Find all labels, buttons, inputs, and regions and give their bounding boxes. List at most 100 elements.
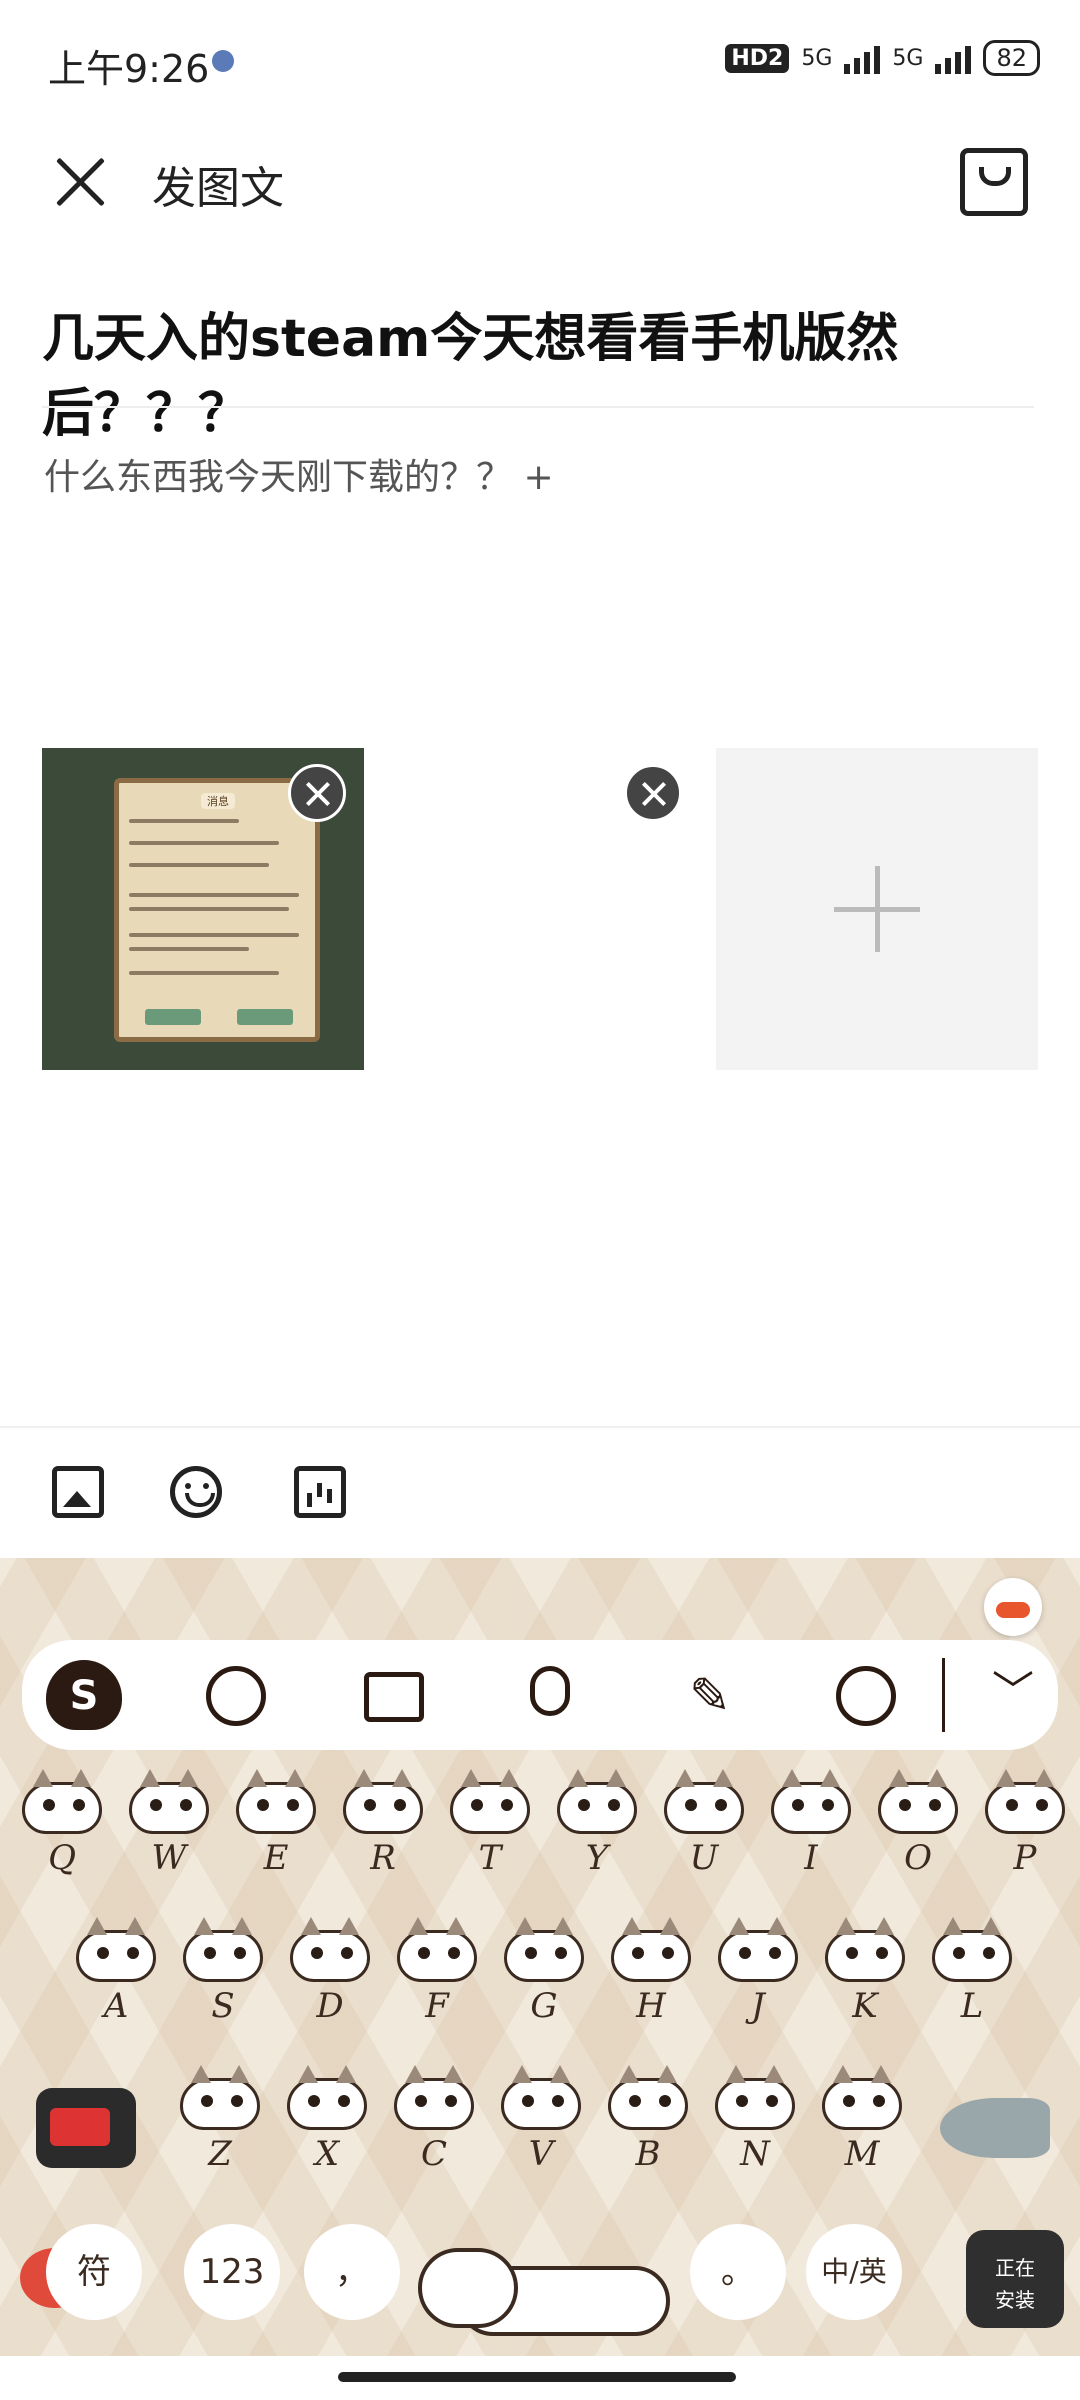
search-icon[interactable]	[836, 1666, 896, 1726]
microphone-icon[interactable]	[530, 1666, 570, 1716]
space-key[interactable]	[418, 2238, 670, 2338]
cat-face-icon	[664, 1769, 744, 1834]
key-label: P	[1013, 1838, 1037, 1878]
key-label: S	[211, 1986, 235, 2026]
mascot-icon[interactable]	[984, 1578, 1042, 1636]
backspace-key[interactable]	[940, 2098, 1050, 2158]
key-g[interactable]: G	[500, 1917, 588, 2038]
key-w[interactable]: W	[125, 1769, 213, 1890]
handwriting-icon[interactable]: ✎	[680, 1666, 740, 1726]
key-label: O	[904, 1838, 932, 1878]
remove-image-button[interactable]	[288, 764, 346, 822]
cat-face-icon	[287, 2065, 367, 2130]
key-label: H	[636, 1986, 666, 2026]
cat-face-icon	[611, 1917, 691, 1982]
language-switch-key[interactable]: 中/英	[806, 2224, 902, 2320]
shift-key[interactable]	[36, 2088, 136, 2168]
key-label: L	[960, 1986, 984, 2026]
key-h[interactable]: H	[607, 1917, 695, 2038]
cat-face-icon	[76, 1917, 156, 1982]
key-label: T	[478, 1838, 502, 1878]
key-k[interactable]: K	[821, 1917, 909, 2038]
key-label: C	[420, 2134, 447, 2174]
cat-face-icon	[557, 1769, 637, 1834]
comma-key[interactable]: ，	[304, 2224, 400, 2320]
key-label: B	[635, 2134, 661, 2174]
cat-face-icon	[290, 1917, 370, 1982]
home-indicator[interactable]	[338, 2372, 736, 2382]
key-o[interactable]: O	[874, 1769, 962, 1890]
key-label: V	[528, 2134, 554, 2174]
numbers-key[interactable]: 123	[184, 2224, 280, 2320]
key-v[interactable]: V	[497, 2065, 585, 2186]
key-b[interactable]: B	[604, 2065, 692, 2186]
key-n[interactable]: N	[711, 2065, 799, 2186]
cat-face-icon	[771, 1769, 851, 1834]
key-t[interactable]: T	[446, 1769, 534, 1890]
status-indicators: HD2 5G 5G 82	[725, 40, 1040, 76]
drafts-box-icon[interactable]	[960, 148, 1028, 216]
add-image-button[interactable]	[716, 748, 1038, 1070]
key-d[interactable]: D	[286, 1917, 374, 2038]
key-label: A	[103, 1986, 129, 2026]
status-time: 上午9:26	[48, 47, 210, 91]
key-label: M	[844, 2134, 880, 2174]
insert-image-icon[interactable]	[52, 1466, 104, 1518]
close-icon[interactable]	[48, 150, 116, 218]
emoji-icon[interactable]	[206, 1666, 266, 1726]
ime-logo-icon[interactable]: S	[46, 1660, 122, 1730]
key-label: W	[151, 1838, 187, 1878]
cat-face-icon	[504, 1917, 584, 1982]
divider	[0, 1426, 1080, 1428]
key-f[interactable]: F	[393, 1917, 481, 2038]
cat-face-icon	[608, 2065, 688, 2130]
key-z[interactable]: Z	[176, 2065, 264, 2186]
post-title-input[interactable]: 几天入的steam今天想看看手机版然后？？？	[42, 296, 1042, 446]
key-l[interactable]: L	[928, 1917, 1016, 2038]
key-i[interactable]: I	[767, 1769, 855, 1890]
ime-keyboard: S ✎ ﹀ Q W E R T Y U I O P A S D F G H J K L Z X C V B N M 符 123…	[0, 1558, 1080, 2356]
cat-face-icon	[715, 2065, 795, 2130]
cat-face-icon	[932, 1917, 1012, 1982]
period-key[interactable]: 。	[690, 2224, 786, 2320]
key-a[interactable]: A	[72, 1917, 160, 2038]
divider	[42, 406, 1034, 408]
cat-face-icon	[825, 1917, 905, 1982]
keyboard-layout-icon[interactable]	[364, 1672, 424, 1722]
key-j[interactable]: J	[714, 1917, 802, 2038]
cat-face-icon	[183, 1917, 263, 1982]
battery-icon: 82	[983, 40, 1040, 76]
emoji-icon[interactable]	[170, 1466, 222, 1518]
key-label: K	[852, 1986, 878, 2026]
cat-face-icon	[450, 1769, 530, 1834]
remove-image-button[interactable]	[624, 764, 682, 822]
chevron-down-icon[interactable]: ﹀	[992, 1658, 1034, 1719]
cat-face-icon	[394, 2065, 474, 2130]
installing-badge[interactable]: 正在 安装	[966, 2230, 1064, 2328]
installing-label-2: 安装	[995, 2288, 1035, 2312]
key-q[interactable]: Q	[18, 1769, 106, 1890]
key-x[interactable]: X	[283, 2065, 371, 2186]
key-y[interactable]: Y	[553, 1769, 641, 1890]
key-u[interactable]: U	[660, 1769, 748, 1890]
symbols-key[interactable]: 符	[46, 2224, 142, 2320]
key-label: R	[370, 1838, 396, 1878]
gear-icon	[212, 50, 234, 72]
divider	[942, 1658, 945, 1732]
key-c[interactable]: C	[390, 2065, 478, 2186]
key-r[interactable]: R	[339, 1769, 427, 1890]
key-label: Y	[585, 1838, 609, 1878]
key-label: E	[263, 1838, 289, 1878]
network-label-1: 5G	[801, 45, 833, 71]
key-s[interactable]: S	[179, 1917, 267, 2038]
page-title: 发图文	[152, 163, 284, 214]
key-e[interactable]: E	[232, 1769, 320, 1890]
cat-face-icon	[501, 2065, 581, 2130]
key-m[interactable]: M	[818, 2065, 906, 2186]
cat-face-icon	[397, 1917, 477, 1982]
cat-face-icon	[718, 1917, 798, 1982]
image-dialog-preview: 消息	[114, 778, 320, 1042]
key-p[interactable]: P	[981, 1769, 1069, 1890]
vote-chart-icon[interactable]	[294, 1466, 346, 1518]
post-body-input[interactable]: 什么东西我今天刚下载的？？ +	[44, 448, 554, 500]
